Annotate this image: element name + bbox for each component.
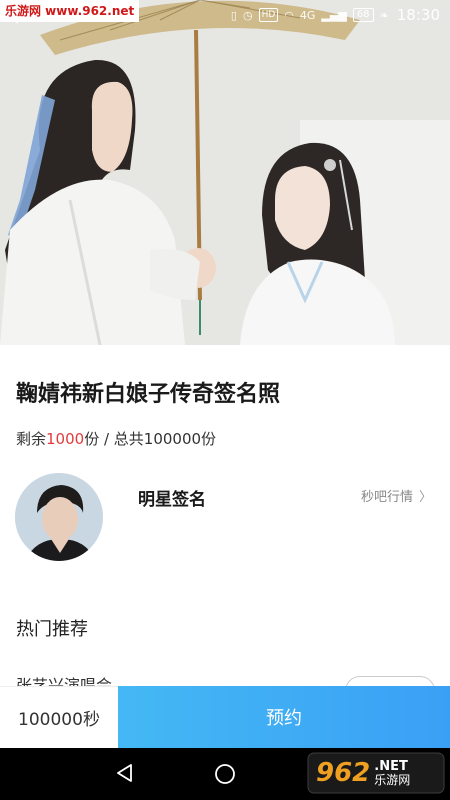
product-title: 鞠婧祎新白娘子传奇签名照 bbox=[16, 382, 281, 407]
wifi-icon: ◠ bbox=[284, 8, 294, 22]
alarm-icon: ◷ bbox=[242, 8, 253, 22]
market-link-label: 秒吧行情 bbox=[360, 490, 413, 505]
hero-photo bbox=[0, 0, 450, 345]
vibrate-icon: ▯ bbox=[230, 8, 237, 22]
logo-net: .NET bbox=[374, 758, 408, 774]
chevron-right-icon: 〉 bbox=[418, 490, 432, 505]
stock-prefix: 剩余 bbox=[16, 430, 47, 448]
stock-suffix: 份 / 总共100000份 bbox=[84, 430, 217, 448]
seller-name: 明星签名 bbox=[138, 490, 206, 510]
section-title: 热门推荐 bbox=[16, 619, 88, 640]
nav-home-icon[interactable] bbox=[214, 763, 236, 785]
system-nav-bar: 962 .NET 乐游网 bbox=[0, 748, 450, 800]
hd-indicator: HD bbox=[258, 8, 279, 22]
nav-back-icon[interactable] bbox=[114, 762, 136, 784]
signal-icon: ▂▄▆ bbox=[321, 8, 347, 22]
stock-remaining: 1000 bbox=[46, 430, 85, 448]
reserve-button[interactable]: 预约 bbox=[118, 686, 450, 748]
avatar-photo bbox=[15, 473, 103, 561]
hero-image bbox=[0, 0, 450, 345]
leaf-icon: ❧ bbox=[379, 8, 389, 22]
logo-text: 962 .NET 乐游网 bbox=[306, 750, 446, 796]
battery-indicator: 68 bbox=[352, 8, 374, 22]
watermark-text: 乐游网 www.962.net bbox=[0, 0, 140, 22]
market-link[interactable]: 秒吧行情〉 bbox=[361, 486, 432, 505]
logo-number: 962 bbox=[316, 758, 371, 788]
countdown-timer: 100000秒 bbox=[0, 686, 118, 748]
network-label: 4G bbox=[299, 8, 316, 22]
stock-info: 剩余1000份 / 总共100000份 bbox=[16, 428, 216, 449]
watermark-logo: 962 .NET 乐游网 bbox=[306, 750, 446, 796]
status-time: 18:30 bbox=[396, 6, 440, 24]
logo-site: 乐游网 bbox=[374, 772, 411, 787]
seller-avatar[interactable] bbox=[15, 473, 103, 561]
action-bar: 100000秒 预约 bbox=[0, 686, 450, 748]
